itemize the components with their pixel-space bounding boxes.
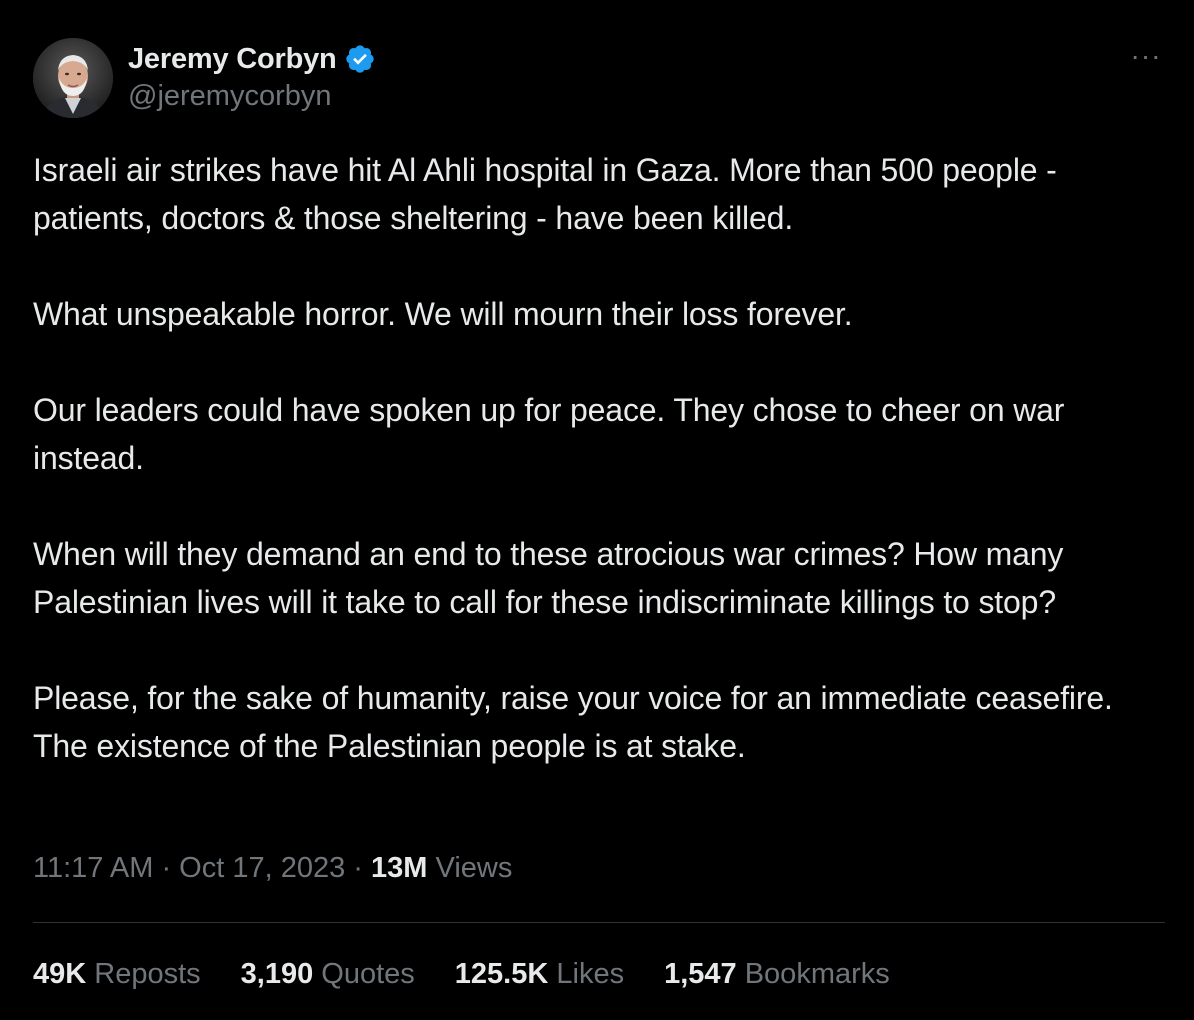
tweet-card: Jeremy Corbyn @jeremycorbyn ··· Israeli … <box>0 0 1194 1020</box>
stat-label: Bookmarks <box>736 958 890 990</box>
tweet-paragraph: When will they demand an end to these at… <box>33 536 1064 620</box>
stat-count: 125.5K <box>454 958 549 990</box>
divider <box>33 922 1165 923</box>
author-block: Jeremy Corbyn @jeremycorbyn <box>128 40 376 113</box>
meta-separator: · <box>153 852 180 884</box>
tweet-paragraph: What unspeakable horror. We will mourn t… <box>33 296 853 332</box>
stat-likes[interactable]: 125.5K Likes <box>455 958 624 991</box>
tweet-time[interactable]: 11:17 AM <box>33 852 153 884</box>
verified-badge-icon[interactable] <box>344 43 376 75</box>
stat-label: Likes <box>548 958 625 990</box>
stat-count: 1,547 <box>664 958 737 990</box>
stat-label: Quotes <box>313 958 415 990</box>
more-horizontal-icon[interactable]: ··· <box>1130 42 1162 70</box>
stat-label: Reposts <box>86 958 201 990</box>
stat-quotes[interactable]: 3,190 Quotes <box>241 958 415 991</box>
meta-separator: · <box>345 852 372 884</box>
stat-bookmarks[interactable]: 1,547 Bookmarks <box>664 958 890 991</box>
tweet-paragraph: Israeli air strikes have hit Al Ahli hos… <box>33 152 1057 236</box>
views-label: Views <box>427 852 513 884</box>
avatar[interactable] <box>33 38 113 118</box>
stat-count: 3,190 <box>240 958 314 990</box>
views-count[interactable]: 13M <box>371 852 427 884</box>
author-handle[interactable]: @jeremycorbyn <box>128 80 376 113</box>
tweet-text: Israeli air strikes have hit Al Ahli hos… <box>33 146 1173 770</box>
engagement-stats: 49K Reposts 3,190 Quotes 125.5K Likes 1,… <box>33 958 930 991</box>
stat-reposts[interactable]: 49K Reposts <box>33 958 201 991</box>
tweet-date[interactable]: Oct 17, 2023 <box>179 852 345 884</box>
author-display-name[interactable]: Jeremy Corbyn <box>128 43 337 76</box>
stat-count: 49K <box>33 958 87 990</box>
tweet-paragraph: Please, for the sake of humanity, raise … <box>33 680 1113 764</box>
tweet-meta: 11:17 AM · Oct 17, 2023 · 13M Views <box>33 852 512 885</box>
tweet-paragraph: Our leaders could have spoken up for pea… <box>33 392 1065 476</box>
author-name-row: Jeremy Corbyn <box>128 40 376 78</box>
